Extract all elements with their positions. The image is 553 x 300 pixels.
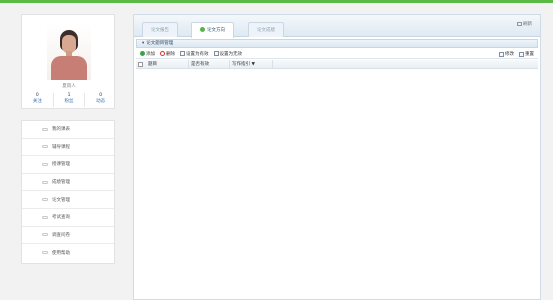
sidebar-item-label: 使用帮助: [52, 250, 70, 256]
toolbar: 添加 删除 设置为有效 设置为无效 修改 重置: [136, 49, 538, 59]
top-accent-bar: [0, 0, 553, 3]
link-icon: [42, 180, 48, 184]
tab-label: 论文报告: [151, 28, 169, 33]
stat-follow[interactable]: 0 关注: [22, 93, 54, 107]
column-label: 写作指引: [232, 61, 250, 67]
sidebar-item-label: 授课管理: [52, 162, 70, 168]
add-label: 添加: [146, 51, 155, 57]
add-icon: [140, 51, 145, 56]
username: 夏雨人: [62, 84, 76, 89]
main-panel: 论文报告 论文方向 论文成绩 刷新 ▾ 论文题目管理 添加 删除 设置为有效 设置…: [133, 14, 541, 300]
sidebar-item-label: 我的课表: [52, 127, 70, 133]
reset-button[interactable]: 重置: [519, 51, 534, 57]
sidebar-item-help[interactable]: 使用帮助: [22, 244, 114, 262]
section-title: 论文题目管理: [146, 41, 174, 46]
stat-fans[interactable]: 1 粉丝: [54, 93, 86, 107]
tab-thesis-direction[interactable]: 论文方向: [191, 22, 234, 38]
refresh-icon: [517, 21, 522, 26]
sidebar-item-teaching[interactable]: 授课管理: [22, 156, 114, 174]
stat-fans-label[interactable]: 粉丝: [54, 99, 85, 105]
link-icon: [42, 233, 48, 237]
sidebar-item-label: 辅导课程: [52, 144, 70, 150]
column-label: 是否有效: [191, 61, 209, 67]
profile-card: 夏雨人 0 关注 1 粉丝 0 动态: [21, 14, 115, 109]
link-icon: [42, 215, 48, 219]
set-invalid-label: 设置为无效: [219, 51, 243, 57]
sidebar-item-exams[interactable]: 考试查询: [22, 209, 114, 227]
delete-button[interactable]: 删除: [160, 51, 175, 57]
sidebar-menu: 我的课表 辅导课程 授课管理 成绩管理 论文管理 考试查询 调查问卷 使用帮助: [21, 120, 115, 264]
tab-label: 论文成绩: [257, 28, 275, 33]
add-button[interactable]: 添加: [140, 51, 155, 57]
stat-activity-label[interactable]: 动态: [85, 99, 116, 105]
stat-follow-label[interactable]: 关注: [22, 99, 53, 105]
profile-stats: 0 关注 1 粉丝 0 动态: [22, 93, 116, 107]
section-header[interactable]: ▾ 论文题目管理: [136, 39, 538, 48]
link-icon: [42, 162, 48, 166]
delete-label: 删除: [166, 51, 175, 57]
toolbar-right: 修改 重置: [494, 51, 534, 57]
refresh-button[interactable]: 刷新: [517, 21, 532, 27]
stat-activity[interactable]: 0 动态: [85, 93, 116, 107]
edit-label: 修改: [505, 52, 514, 57]
avatar[interactable]: [47, 24, 91, 80]
column-header-title[interactable]: 题目: [146, 59, 189, 69]
sidebar-item-label: 成绩管理: [52, 180, 70, 186]
set-valid-label: 设置为有效: [186, 51, 209, 57]
reset-icon: [519, 51, 524, 57]
grid-header: 题目 是否有效 写作指引 ▼: [136, 59, 538, 69]
tab-thesis-grades[interactable]: 论文成绩: [248, 22, 284, 37]
edit-icon: [499, 51, 504, 57]
sidebar-item-thesis[interactable]: 论文管理: [22, 191, 114, 209]
sidebar-item-label: 论文管理: [52, 197, 70, 203]
direction-icon: [200, 27, 205, 32]
column-header-valid[interactable]: 是否有效: [189, 59, 230, 69]
sidebar-item-tutoring[interactable]: 辅导课程: [22, 139, 114, 157]
tab-bar: 论文报告 论文方向 论文成绩 刷新: [134, 15, 540, 38]
select-all-checkbox[interactable]: [138, 61, 143, 67]
link-icon: [42, 145, 48, 149]
sidebar-item-my-schedule[interactable]: 我的课表: [22, 121, 114, 139]
sidebar-item-survey[interactable]: 调查问卷: [22, 227, 114, 245]
set-invalid-button[interactable]: 设置为无效: [213, 51, 243, 57]
tab-thesis-report[interactable]: 论文报告: [142, 22, 178, 37]
sidebar-item-label: 考试查询: [52, 215, 70, 221]
refresh-label: 刷新: [523, 22, 532, 27]
reset-label: 重置: [525, 52, 534, 57]
grid-body: [136, 70, 538, 298]
edit-button[interactable]: 修改: [499, 51, 514, 57]
column-label: 题目: [148, 61, 157, 67]
set-valid-button[interactable]: 设置为有效: [180, 51, 209, 57]
avatar-shirt: [51, 56, 87, 80]
document-icon: [213, 51, 219, 56]
column-header-guide[interactable]: 写作指引 ▼: [230, 59, 273, 69]
collapse-caret-icon[interactable]: ▾: [142, 41, 144, 46]
link-icon: [42, 251, 48, 255]
delete-icon: [160, 51, 165, 56]
sort-desc-icon: ▼: [251, 61, 255, 67]
link-icon: [42, 127, 48, 131]
document-icon: [180, 51, 185, 56]
sidebar-item-label: 调查问卷: [52, 232, 70, 238]
tab-label: 论文方向: [207, 28, 225, 33]
link-icon: [42, 198, 48, 202]
sidebar-item-grades[interactable]: 成绩管理: [22, 174, 114, 192]
